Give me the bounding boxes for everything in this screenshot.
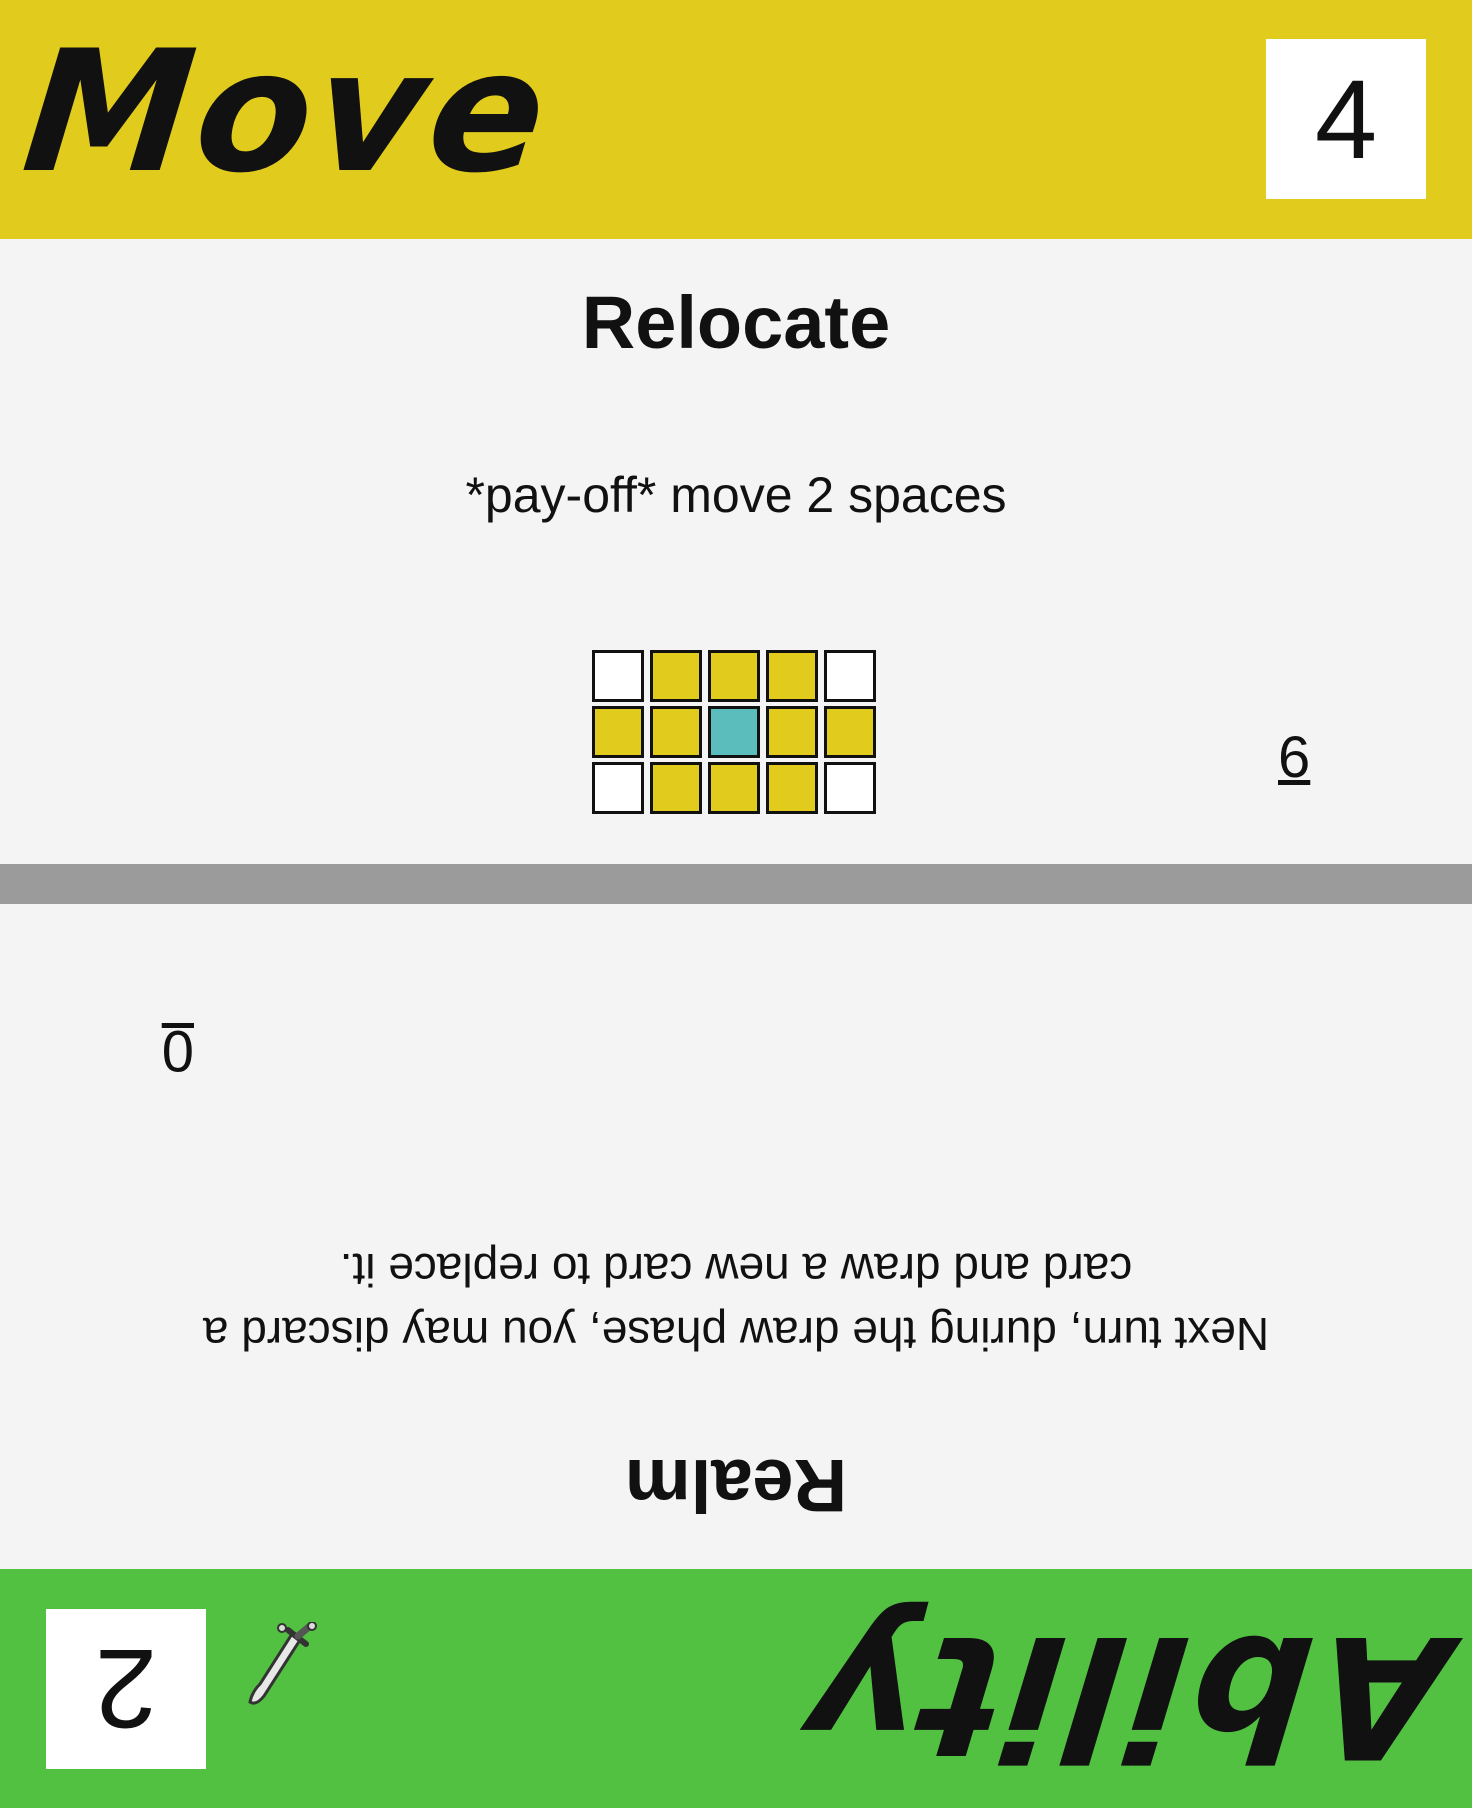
top-header-band: Move 4: [0, 0, 1472, 239]
grid-cell-yellow: [592, 706, 644, 758]
grid-cell-white: [592, 650, 644, 702]
grid-cell-teal: [708, 706, 760, 758]
top-card-title: Relocate: [581, 281, 891, 364]
grid-cell-yellow: [708, 762, 760, 814]
grid-cell-yellow: [650, 650, 702, 702]
grid-cell-yellow: [766, 650, 818, 702]
bottom-cost-box: 2: [46, 1609, 206, 1769]
bottom-card-text: Next turn, during the draw phase, you ma…: [202, 1244, 1270, 1360]
card-divider: [0, 864, 1472, 904]
grid-cell-yellow: [650, 762, 702, 814]
grid-cell-yellow: [824, 706, 876, 758]
top-corner-number: 6: [1278, 725, 1311, 790]
grid-cell-white: [824, 650, 876, 702]
grid-cell-white: [592, 762, 644, 814]
grid-cell-yellow: [650, 706, 702, 758]
sword-icon: [248, 1622, 317, 1705]
bottom-category-label: Ability: [794, 1598, 1457, 1794]
bottom-card-title: Realm: [624, 1444, 848, 1527]
movement-grid: [592, 650, 876, 814]
top-cost-box: 4: [1266, 39, 1426, 199]
grid-cell-yellow: [708, 650, 760, 702]
bottom-half: Ability 2 Realm Next turn, during the dr…: [0, 904, 1472, 1808]
bottom-header-band: Ability 2: [0, 1569, 1472, 1808]
top-card-text: *pay-off* move 2 spaces: [465, 467, 1007, 523]
grid-cell-white: [824, 762, 876, 814]
top-category-label: Move: [15, 14, 559, 210]
bottom-corner-number: 0: [161, 1018, 194, 1083]
grid-cell-yellow: [766, 762, 818, 814]
grid-cell-yellow: [766, 706, 818, 758]
